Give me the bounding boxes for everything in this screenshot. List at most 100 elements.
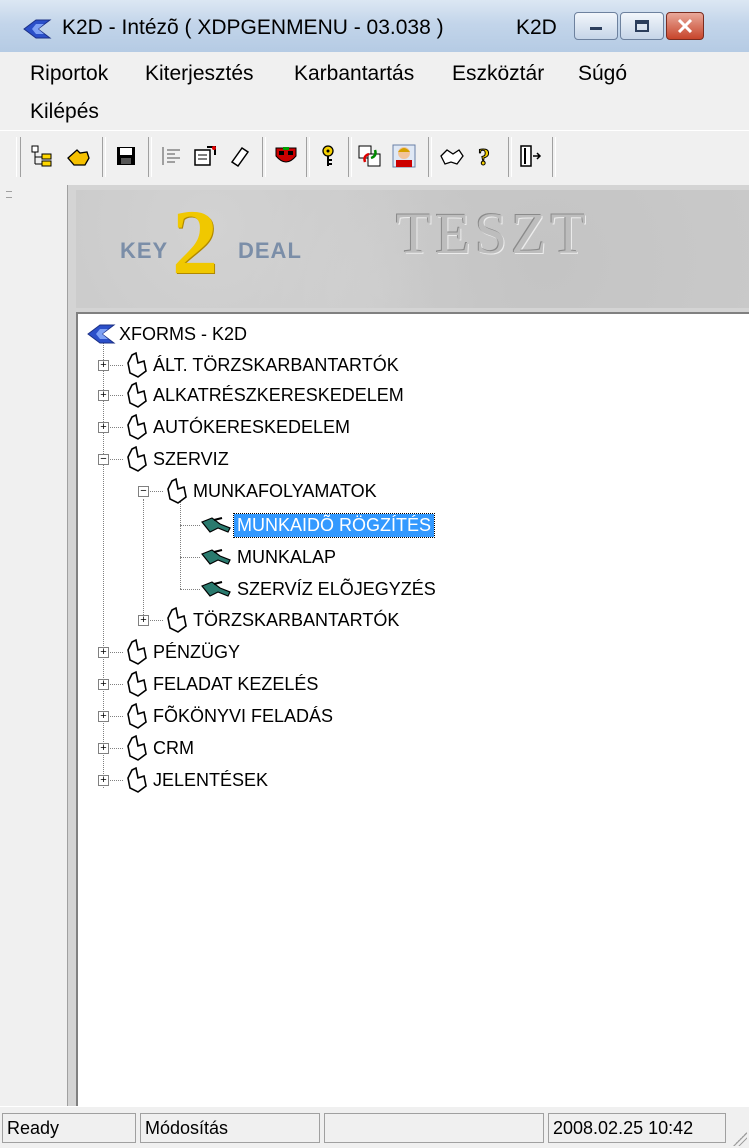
key-button[interactable] [312,139,344,173]
expand-toggle[interactable]: + [98,647,109,658]
handshake-icon [440,149,464,165]
tree-node-label: ÁLT. TÖRZSKARBANTARTÓK [153,354,399,375]
tree-node[interactable]: AUTÓKERESKEDELEM [124,412,353,442]
tree-node-label: AUTÓKERESKEDELEM [153,416,351,437]
toolbar-separator [508,137,512,177]
minimize-button[interactable] [574,12,618,40]
mask-icon [275,147,297,163]
toolbar-separator [552,137,556,177]
align-icon [162,147,180,165]
mask-button[interactable] [270,139,302,173]
tree-view-icon [31,145,52,167]
tree-leaf-label: MUNKAIDÕ RÖGZÍTÉS [232,512,436,538]
status-empty-panel [324,1113,544,1143]
tree-node-label: ALKATRÉSZKERESKEDELEM [153,384,404,405]
maximize-button[interactable] [620,12,664,40]
tree-connector [180,557,200,558]
tree-leaf[interactable]: SZERVÍZ ELÕJEGYZÉS [200,574,439,604]
menu-sugo[interactable]: Súgó [578,62,627,86]
status-mode: Módosítás [140,1113,320,1143]
collapse-toggle[interactable]: − [138,486,149,497]
tree-connector [180,525,200,526]
folder-hand-icon [127,445,147,472]
tree-view-button[interactable] [26,139,58,173]
refresh-button[interactable] [354,139,386,173]
folder-hand-icon [167,606,187,633]
hand-pointer-button[interactable] [62,139,94,173]
tree-leaf-label: SZERVÍZ ELÕJEGYZÉS [237,578,436,599]
exit-icon [520,145,542,167]
expand-toggle[interactable]: + [98,679,109,690]
expand-toggle[interactable]: + [98,422,109,433]
menu-karbantartas[interactable]: Karbantartás [294,62,414,86]
menu-bar: Riportok Kiterjesztés Karbantartás Eszkö… [0,52,749,130]
window-title: K2D - Intézõ ( XDPGENMENU - 03.038 ) [62,16,444,39]
help-icon: ? [478,145,491,170]
tree-node[interactable]: SZERVIZ [124,444,232,474]
tree-leaf[interactable]: MUNKALAP [200,542,339,572]
splitter-handle[interactable] [6,191,12,198]
toolbar-separator [428,137,432,177]
status-datetime: 2008.02.25 10:42 [548,1113,726,1143]
folder-hand-icon [127,638,147,665]
tree-leaf-selected[interactable]: MUNKAIDÕ RÖGZÍTÉS [200,510,436,540]
tree-node[interactable]: MUNKAFOLYAMATOK [164,476,380,506]
menu-kiterjesztes[interactable]: Kiterjesztés [145,62,254,86]
edit-window-button[interactable] [190,139,222,173]
toolbar-separator [306,137,310,177]
handshake-button[interactable] [436,139,468,173]
save-icon [117,147,135,165]
logo-two-text: 2 [172,191,218,293]
status-bar: Ready Módosítás 2008.02.25 10:42 [0,1106,749,1148]
folder-hand-icon [127,670,147,697]
key-icon [322,145,334,166]
tree-node[interactable]: FÕKÖNYVI FELADÁS [124,701,336,731]
title-bar[interactable]: K2D - Intézõ ( XDPGENMENU - 03.038 ) K2D [0,0,749,53]
save-button[interactable] [110,139,142,173]
align-button [156,139,188,173]
user-portrait-icon [392,144,416,168]
expand-toggle[interactable]: + [98,390,109,401]
tree-root[interactable]: XFORMS - K2D [86,319,250,349]
tree-node[interactable]: FELADAT KEZELÉS [124,669,321,699]
tree-connector [180,589,200,590]
close-icon [677,19,693,33]
menu-eszkoztar[interactable]: Eszköztár [452,62,544,86]
tree-node[interactable]: TÖRZSKARBANTARTÓK [164,605,402,635]
close-button[interactable] [666,12,704,40]
expand-toggle[interactable]: + [98,360,109,371]
folder-hand-icon [127,351,147,378]
collapse-toggle[interactable]: − [98,454,109,465]
tree-node[interactable]: PÉNZÜGY [124,637,243,667]
exit-button[interactable] [514,139,546,173]
tree-connector [180,499,181,589]
user-portrait-button[interactable] [388,139,420,173]
help-button[interactable]: ? [470,139,502,173]
window-title-extra: K2D [516,16,557,39]
resize-grip[interactable] [733,1132,747,1146]
expand-toggle[interactable]: + [98,711,109,722]
expand-toggle[interactable]: + [98,775,109,786]
left-panel [0,185,68,1106]
folder-hand-icon [167,477,187,504]
tree-node-label: CRM [153,737,194,758]
wrench-tool-icon [201,581,231,597]
tree-node[interactable]: ÁLT. TÖRZSKARBANTARTÓK [124,350,402,380]
expand-toggle[interactable]: + [138,615,149,626]
toolbar-grip[interactable] [16,137,21,177]
folder-hand-icon [127,381,147,408]
app-logo-icon [23,19,52,39]
expand-toggle[interactable]: + [98,743,109,754]
toolbar-separator [262,137,266,177]
eraser-button[interactable] [224,139,256,173]
tree-node[interactable]: JELENTÉSEK [124,765,271,795]
tree-view[interactable]: XFORMS - K2D + ÁLT. TÖRZSKARBANTARTÓK + … [76,312,749,1106]
menu-kilepes[interactable]: Kilépés [30,100,99,124]
edit-window-icon [194,146,216,166]
folder-hand-icon [127,413,147,440]
menu-riportok[interactable]: Riportok [30,62,108,86]
tree-node[interactable]: ALKATRÉSZKERESKEDELEM [124,380,407,410]
toolbar: ? [0,130,749,186]
tree-node[interactable]: CRM [124,733,197,763]
folder-hand-icon [127,766,147,793]
